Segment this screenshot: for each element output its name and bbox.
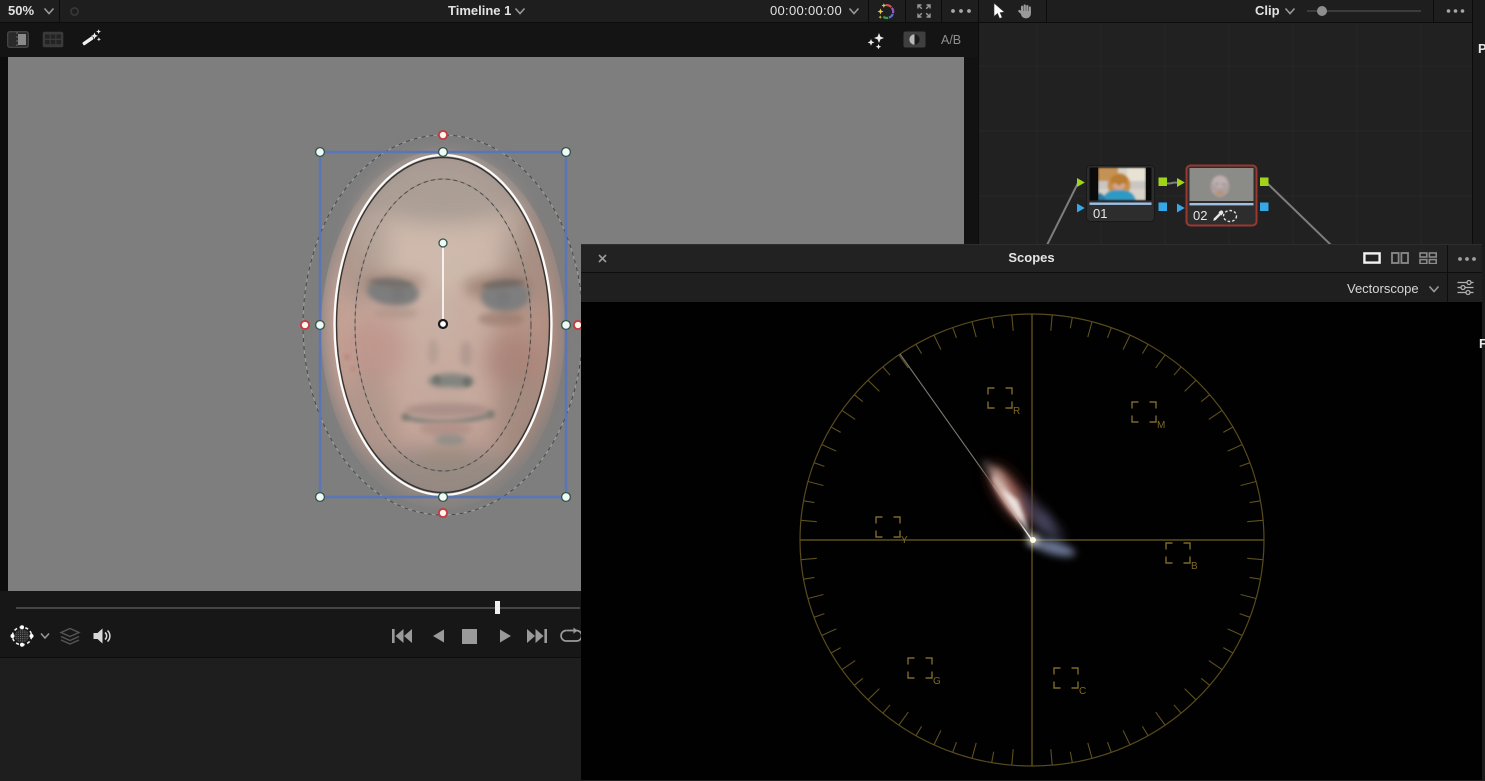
svg-text:G: G xyxy=(933,676,941,687)
svg-text:M: M xyxy=(1157,420,1165,431)
svg-text:Y: Y xyxy=(901,535,908,546)
svg-text:C: C xyxy=(1079,686,1086,697)
svg-text:02: 02 xyxy=(1193,208,1207,223)
svg-text:01: 01 xyxy=(1093,206,1107,221)
svg-text:B: B xyxy=(1191,561,1198,572)
svg-text:R: R xyxy=(1013,406,1020,417)
